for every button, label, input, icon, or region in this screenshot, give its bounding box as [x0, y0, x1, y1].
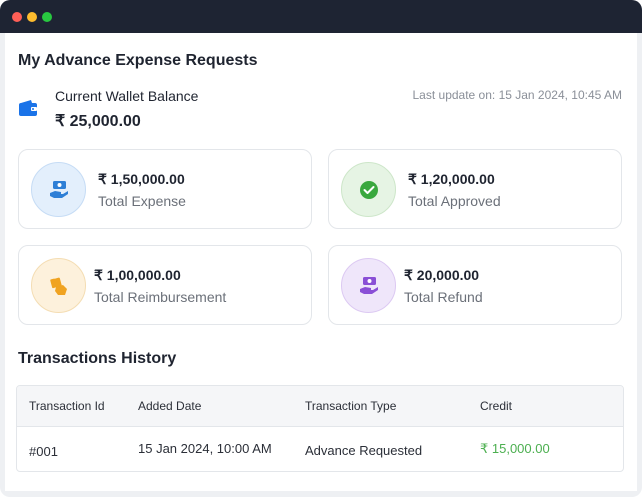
money-hand-icon: [31, 162, 86, 217]
stat-card-total-reimbursement: ₹ 1,00,000.00 Total Reimbursement: [18, 245, 312, 325]
app-window: My Advance Expense Requests Current Wall…: [0, 0, 642, 497]
total-refund-amount: ₹ 20,000.00: [404, 267, 480, 283]
total-approved-label: Total Approved: [408, 193, 501, 209]
transactions-history-title: Transactions History: [18, 350, 177, 367]
transaction-type-cell: Advance Requested: [305, 443, 423, 458]
table-header: Transaction Id Added Date Transaction Ty…: [17, 386, 623, 427]
maximize-window-button[interactable]: [42, 12, 52, 22]
window-titlebar: [0, 0, 642, 33]
wallet-balance-amount: ₹ 25,000.00: [55, 113, 141, 130]
transactions-table: Transaction Id Added Date Transaction Ty…: [16, 385, 624, 472]
added-date-cell: 15 Jan 2024, 10:00 AM: [138, 441, 272, 456]
total-refund-label: Total Refund: [404, 289, 483, 305]
stat-card-total-expense: ₹ 1,50,000.00 Total Expense: [18, 149, 312, 229]
total-approved-amount: ₹ 1,20,000.00: [408, 171, 495, 187]
close-window-button[interactable]: [12, 12, 22, 22]
transaction-id-cell: #001: [29, 444, 58, 459]
reimbursement-icon: [31, 258, 86, 313]
total-reimbursement-amount: ₹ 1,00,000.00: [94, 267, 181, 283]
last-update-text: Last update on: 15 Jan 2024, 10:45 AM: [412, 88, 623, 102]
wallet-balance-label: Current Wallet Balance: [55, 88, 199, 104]
stat-card-total-approved: ₹ 1,20,000.00 Total Approved: [328, 149, 622, 229]
page-title: My Advance Expense Requests: [18, 52, 258, 69]
credit-cell: ₹ 15,000.00: [480, 441, 550, 456]
total-expense-amount: ₹ 1,50,000.00: [98, 171, 185, 187]
total-expense-label: Total Expense: [98, 193, 186, 209]
main-content: My Advance Expense Requests Current Wall…: [5, 33, 637, 491]
refund-icon: [341, 258, 396, 313]
check-circle-icon: [341, 162, 396, 217]
stat-card-total-refund: ₹ 20,000.00 Total Refund: [328, 245, 622, 325]
wallet-icon: [19, 100, 37, 116]
column-header-transaction-type[interactable]: Transaction Type: [305, 399, 396, 413]
total-reimbursement-label: Total Reimbursement: [94, 289, 227, 305]
column-header-credit[interactable]: Credit: [480, 399, 512, 413]
column-header-added-date[interactable]: Added Date: [138, 399, 201, 413]
minimize-window-button[interactable]: [27, 12, 37, 22]
column-header-transaction-id[interactable]: Transaction Id: [29, 399, 105, 413]
